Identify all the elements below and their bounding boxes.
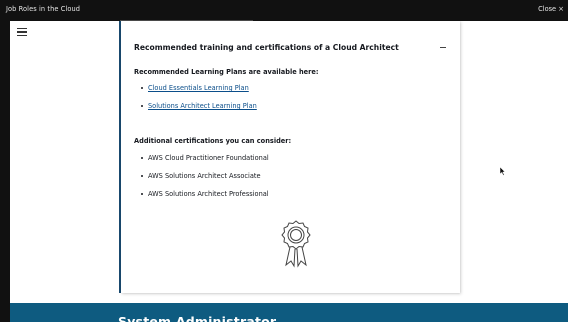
close-button[interactable]: Close ×	[538, 5, 564, 13]
list-item: Solutions Architect Learning Plan	[140, 102, 257, 120]
training-card: Recommended training and certifications …	[121, 21, 460, 293]
list-item: Cloud Essentials Learning Plan	[140, 84, 257, 102]
list-item: AWS Solutions Architect Associate	[140, 172, 269, 190]
next-role-title: System Administrator	[118, 314, 277, 322]
close-label: Close	[538, 5, 557, 13]
certifications-label: Additional certifications you can consid…	[134, 137, 292, 145]
close-icon: ×	[558, 5, 564, 13]
window-title: Job Roles in the Cloud	[6, 5, 81, 13]
list-item: AWS Cloud Practitioner Foundational	[140, 154, 269, 172]
learning-plans-label: Recommended Learning Plans are available…	[134, 68, 319, 76]
window-titlebar: Job Roles in the Cloud Close ×	[0, 0, 568, 21]
list-item: AWS Solutions Architect Professional	[140, 190, 269, 208]
learning-plans-list: Cloud Essentials Learning Plan Solutions…	[140, 84, 257, 120]
next-role-banner[interactable]: System Administrator	[10, 303, 568, 322]
award-ribbon-icon	[281, 220, 311, 268]
cloud-essentials-link[interactable]: Cloud Essentials Learning Plan	[148, 84, 249, 92]
certifications-list: AWS Cloud Practitioner Foundational AWS …	[140, 154, 269, 208]
card-heading: Recommended training and certifications …	[134, 43, 399, 52]
solutions-architect-link[interactable]: Solutions Architect Learning Plan	[148, 102, 257, 110]
content-viewport[interactable]: Recommended training and certifications …	[10, 21, 568, 322]
mouse-cursor-icon	[500, 167, 506, 176]
menu-icon[interactable]	[17, 28, 27, 36]
collapse-icon[interactable]	[438, 41, 448, 51]
